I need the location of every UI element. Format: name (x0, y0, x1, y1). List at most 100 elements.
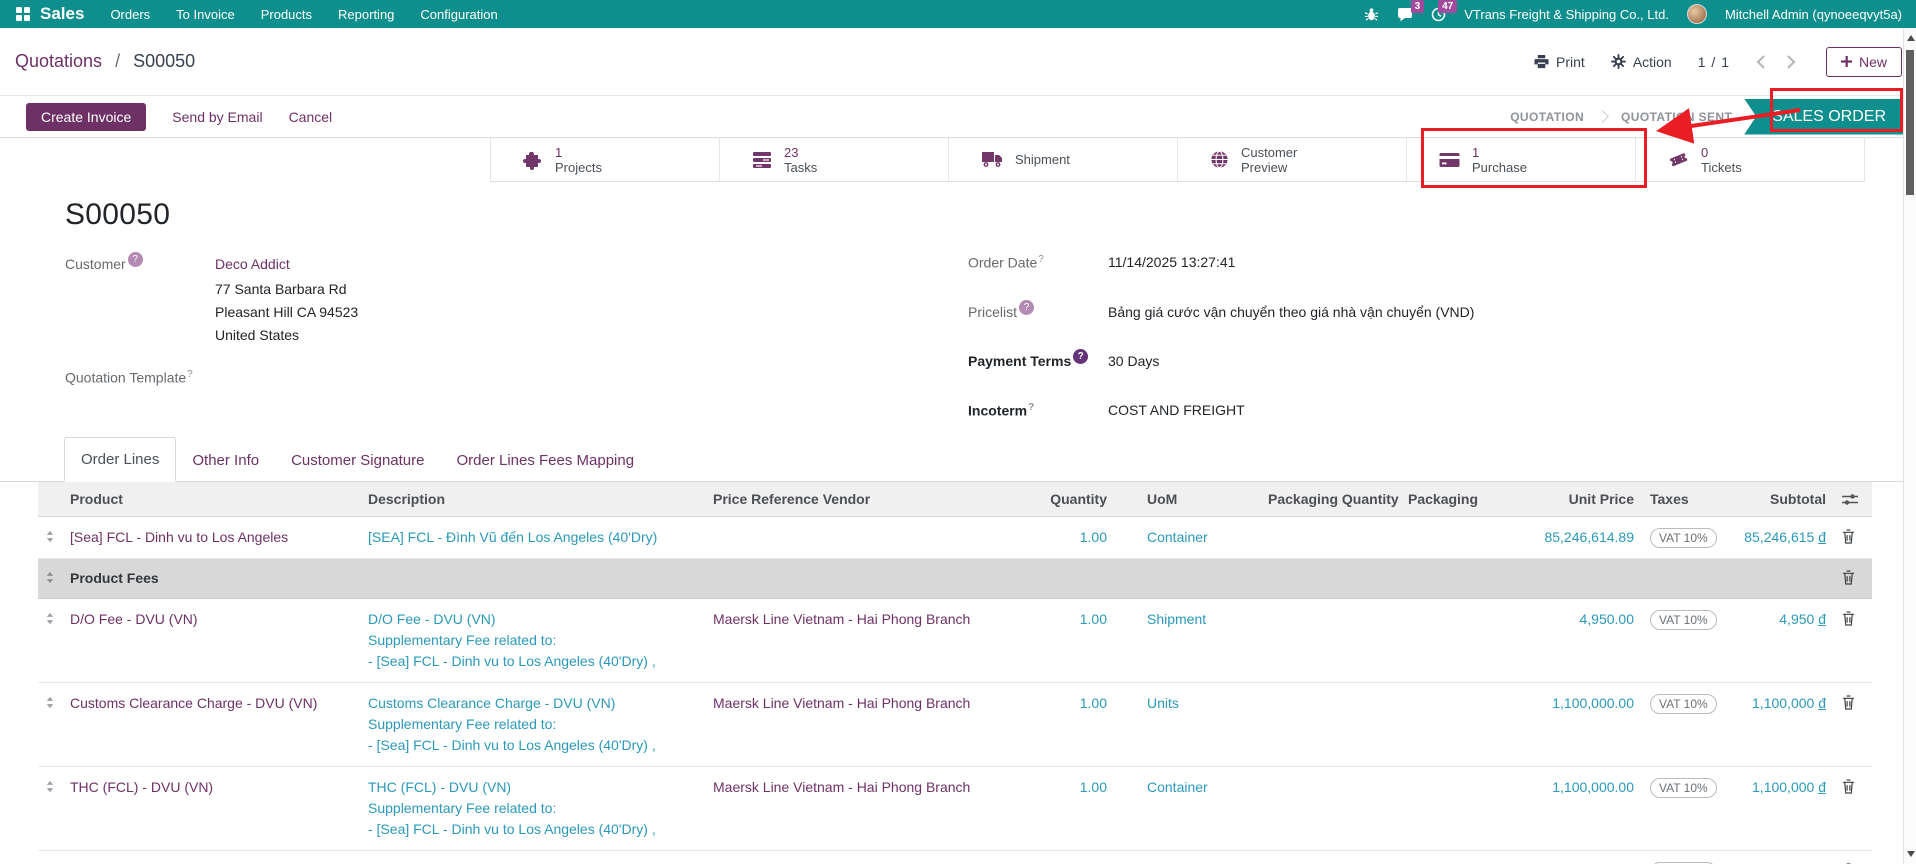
tax-badge[interactable]: VAT 10% (1650, 528, 1717, 548)
stat-button-purchase[interactable]: 1 Purchase (1407, 138, 1636, 181)
print-button[interactable]: Print (1534, 54, 1585, 70)
status-sales-order[interactable]: SALES ORDER (1744, 99, 1906, 135)
uom-cell[interactable]: Container (1115, 517, 1260, 559)
pricelist-value[interactable]: Bảng giá cước vận chuyển theo giá nhà vậ… (1108, 304, 1768, 320)
tab-customer-signature[interactable]: Customer Signature (275, 439, 440, 482)
drag-handle-icon[interactable] (46, 568, 54, 584)
packaging-quantity-cell[interactable] (1260, 851, 1400, 864)
messages-icon[interactable]: 3 (1397, 7, 1413, 22)
action-menu-button[interactable]: Action (1611, 54, 1672, 70)
product-link[interactable]: THC (FCL) - DVU (VN) (70, 779, 213, 795)
vendor-link[interactable]: Maersk Line Vietnam - Hai Phong Branch (713, 611, 970, 627)
drag-handle-icon[interactable] (46, 777, 54, 793)
quantity-cell[interactable]: 1.00 (1005, 599, 1115, 683)
new-button[interactable]: New (1826, 47, 1902, 77)
order-line-row: Container Cleaning Fee - DVU (VN) Contai… (38, 851, 1872, 864)
company-switcher[interactable]: VTrans Freight & Shipping Co., Ltd. (1464, 7, 1669, 22)
packaging-cell[interactable] (1400, 851, 1490, 864)
create-invoice-button[interactable]: Create Invoice (26, 103, 146, 131)
drag-handle-icon[interactable] (46, 609, 54, 625)
packaging-cell[interactable] (1400, 599, 1490, 683)
description-text[interactable]: THC (FCL) - DVU (VN) (368, 777, 697, 798)
vendor-link[interactable]: Maersk Line Vietnam - Hai Phong Branch (713, 779, 970, 795)
nav-item-products[interactable]: Products (261, 7, 312, 22)
stat-button-shipment[interactable]: Shipment (949, 138, 1178, 181)
unit-price-cell[interactable]: 85,246,614.89 (1490, 517, 1642, 559)
tasks-count: 23 (784, 145, 817, 160)
delete-row-icon[interactable] (1842, 693, 1864, 710)
delete-row-icon[interactable] (1842, 609, 1864, 626)
uom-cell[interactable]: Shipment (1115, 599, 1260, 683)
product-link[interactable]: [Sea] FCL - Dinh vu to Los Angeles (70, 529, 288, 545)
description-text[interactable]: D/O Fee - DVU (VN) (368, 609, 697, 630)
quantity-cell[interactable]: 1.00 (1005, 851, 1115, 864)
nav-item-orders[interactable]: Orders (110, 7, 150, 22)
user-menu[interactable]: Mitchell Admin (qynoeeqvyt5a) (1725, 7, 1902, 22)
packaging-cell[interactable] (1400, 517, 1490, 559)
packaging-quantity-cell[interactable] (1260, 767, 1400, 851)
bug-icon[interactable] (1364, 7, 1379, 22)
cancel-button[interactable]: Cancel (289, 109, 333, 125)
pager-previous-button[interactable] (1756, 55, 1765, 69)
uom-cell[interactable]: Container (1115, 767, 1260, 851)
tab-order-lines[interactable]: Order Lines (64, 437, 176, 482)
user-avatar[interactable] (1687, 4, 1707, 24)
delete-row-icon[interactable] (1842, 777, 1864, 794)
stat-button-projects[interactable]: 1 Projects (491, 138, 720, 181)
unit-price-cell[interactable]: 1,320,000.00 (1490, 851, 1642, 864)
delete-row-icon[interactable] (1842, 527, 1864, 544)
packaging-quantity-cell[interactable] (1260, 599, 1400, 683)
packaging-cell[interactable] (1400, 683, 1490, 767)
header-packaging: Packaging (1400, 482, 1490, 517)
description-text[interactable]: Customs Clearance Charge - DVU (VN) (368, 693, 697, 714)
pager-next-button[interactable] (1787, 55, 1796, 69)
customer-link[interactable]: Deco Addict (215, 256, 290, 272)
incoterm-value[interactable]: COST AND FREIGHT (1108, 402, 1768, 418)
tax-badge[interactable]: VAT 10% (1650, 610, 1717, 630)
order-date-value[interactable]: 11/14/2025 13:27:41 (1108, 254, 1768, 270)
section-label[interactable]: Product Fees (70, 570, 159, 586)
stat-button-tickets[interactable]: 0 Tickets (1636, 138, 1865, 181)
tax-badge[interactable]: VAT 10% (1650, 694, 1717, 714)
apps-grid-icon[interactable] (16, 7, 30, 21)
tab-order-lines-fees-mapping[interactable]: Order Lines Fees Mapping (440, 439, 650, 482)
payment-terms-value[interactable]: 30 Days (1108, 353, 1768, 369)
product-link[interactable]: D/O Fee - DVU (VN) (70, 611, 198, 627)
packaging-quantity-cell[interactable] (1260, 683, 1400, 767)
unit-price-cell[interactable]: 1,100,000.00 (1490, 767, 1642, 851)
uom-cell[interactable]: Container (1115, 851, 1260, 864)
optional-columns-icon[interactable] (1842, 493, 1864, 506)
packaging-cell[interactable] (1400, 767, 1490, 851)
scroll-down-arrow[interactable] (1907, 851, 1915, 857)
activities-clock-icon[interactable]: 47 (1431, 7, 1446, 22)
description-text[interactable]: [SEA] FCL - Đình Vũ đến Los Angeles (40'… (368, 527, 697, 548)
stat-button-tasks[interactable]: 23 Tasks (720, 138, 949, 181)
quantity-cell[interactable]: 1.00 (1005, 683, 1115, 767)
drag-handle-icon[interactable] (46, 527, 54, 543)
tax-badge[interactable]: VAT 10% (1650, 778, 1717, 798)
product-link[interactable]: Customs Clearance Charge - DVU (VN) (70, 695, 317, 711)
stat-button-customer-preview[interactable]: Customer Preview (1178, 138, 1407, 181)
unit-price-cell[interactable]: 1,100,000.00 (1490, 683, 1642, 767)
nav-item-configuration[interactable]: Configuration (420, 7, 497, 22)
status-quotation-sent[interactable]: QUOTATION SENT (1609, 110, 1744, 124)
scrollbar-thumb[interactable] (1906, 50, 1914, 195)
quantity-cell[interactable]: 1.00 (1005, 767, 1115, 851)
nav-item-to-invoice[interactable]: To Invoice (176, 7, 235, 22)
drag-handle-icon[interactable] (46, 693, 54, 709)
uom-cell[interactable]: Units (1115, 683, 1260, 767)
vertical-scrollbar[interactable] (1903, 28, 1916, 864)
tab-other-info[interactable]: Other Info (176, 439, 275, 482)
nav-item-reporting[interactable]: Reporting (338, 7, 394, 22)
status-quotation[interactable]: QUOTATION (1498, 110, 1596, 124)
packaging-quantity-cell[interactable] (1260, 517, 1400, 559)
quantity-cell[interactable]: 1.00 (1005, 517, 1115, 559)
vendor-link[interactable]: Maersk Line Vietnam - Hai Phong Branch (713, 695, 970, 711)
delete-row-icon[interactable] (1842, 568, 1864, 585)
send-by-email-button[interactable]: Send by Email (172, 109, 262, 125)
breadcrumb-quotations[interactable]: Quotations (15, 51, 102, 71)
control-panel: Quotations / S00050 Print Action 1 / 1 N… (0, 28, 1916, 96)
app-name[interactable]: Sales (40, 4, 84, 24)
scroll-up-arrow[interactable] (1907, 35, 1915, 41)
unit-price-cell[interactable]: 4,950.00 (1490, 599, 1642, 683)
